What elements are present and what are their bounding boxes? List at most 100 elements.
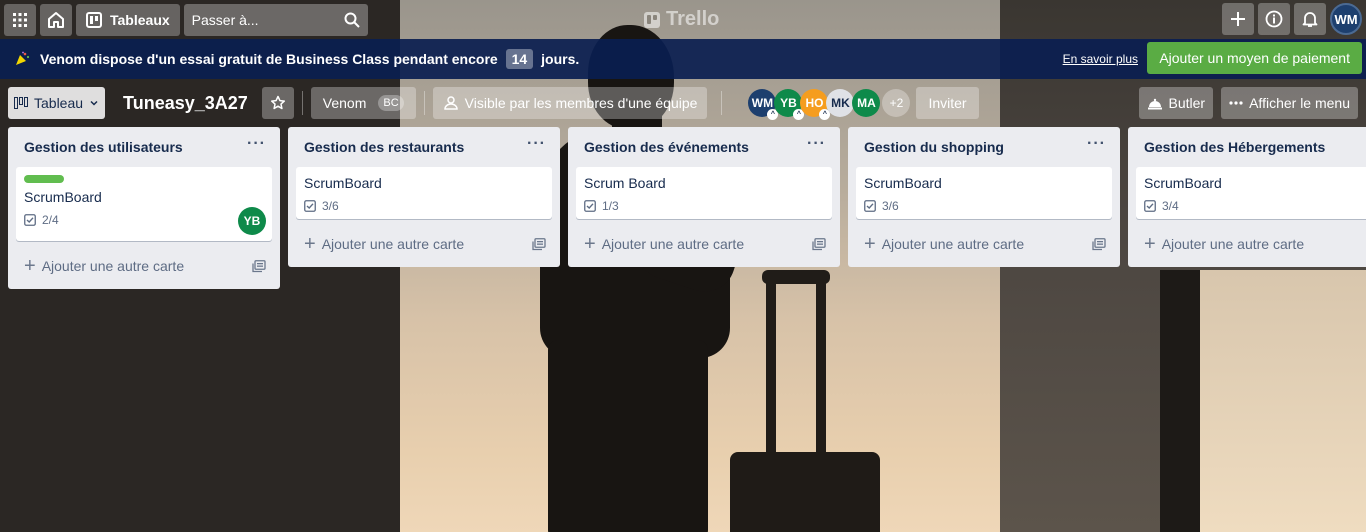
plus-icon: + xyxy=(864,233,876,255)
member-initials: MA xyxy=(857,96,876,110)
workspace-badge: BC xyxy=(378,95,404,111)
list-header[interactable]: Gestion du shopping ··· xyxy=(856,127,1112,167)
member-avatar[interactable]: HO ^ xyxy=(800,89,831,120)
star-button[interactable] xyxy=(261,87,294,119)
chevron-down-icon xyxy=(89,98,99,108)
apps-grid-icon xyxy=(12,12,28,28)
apps-button[interactable] xyxy=(4,3,36,36)
add-card-button[interactable]: + Ajouter une autre carte xyxy=(24,255,184,277)
info-button[interactable] xyxy=(1258,3,1290,35)
add-card-row: + Ajouter une autre carte xyxy=(576,227,832,261)
more-members-button[interactable]: +2 xyxy=(882,89,911,117)
board-header-right: Butler Afficher le menu xyxy=(1138,87,1358,119)
list-header[interactable]: Gestion des utilisateurs ··· xyxy=(16,127,272,167)
invite-button[interactable]: Inviter xyxy=(916,87,979,119)
checklist-badge: 3/4 xyxy=(1144,199,1366,213)
list-menu-icon[interactable]: ··· xyxy=(1081,135,1112,153)
card-member-avatar[interactable]: YB xyxy=(238,207,266,235)
add-card-row: + Ajouter une autre carte xyxy=(296,227,552,261)
header-divider xyxy=(423,91,425,115)
list-title[interactable]: Gestion des Hébergements xyxy=(1144,139,1325,155)
list-menu-icon[interactable]: ··· xyxy=(801,135,832,153)
more-dots-icon xyxy=(1229,101,1243,105)
party-icon xyxy=(14,51,30,67)
create-button[interactable] xyxy=(1222,3,1254,35)
checklist-count: 3/6 xyxy=(322,199,339,213)
search-input[interactable] xyxy=(191,11,332,28)
card[interactable]: Scrum Board 1/3 xyxy=(576,167,832,219)
board-view-icon xyxy=(14,97,28,109)
checklist-count: 3/4 xyxy=(1162,199,1179,213)
learn-more-link[interactable]: En savoir plus xyxy=(1063,52,1138,66)
list-menu-icon[interactable]: ··· xyxy=(241,135,272,153)
boards-button[interactable]: Tableaux xyxy=(76,3,180,36)
visibility-button[interactable]: Visible par les membres d'une équipe xyxy=(432,87,708,119)
trello-logo-icon xyxy=(644,11,660,28)
list-header[interactable]: Gestion des événements ··· xyxy=(576,127,832,167)
checklist-icon xyxy=(864,200,876,212)
board-title[interactable]: Tuneasy_3A27 xyxy=(123,93,248,114)
view-label: Tableau xyxy=(34,95,84,111)
add-card-button[interactable]: + Ajouter une autre carte xyxy=(584,234,744,254)
list: Gestion du shopping ··· ScrumBoard 3/6 +… xyxy=(848,127,1120,267)
checklist-count: 2/4 xyxy=(42,213,59,227)
trello-logo[interactable]: Trello xyxy=(644,8,719,31)
list-title[interactable]: Gestion des utilisateurs xyxy=(24,139,183,155)
add-card-label: Ajouter une autre carte xyxy=(1161,236,1305,252)
butler-label: Butler xyxy=(1168,95,1206,111)
workspace-button[interactable]: Venom BC xyxy=(310,87,416,119)
board-lists: Gestion des utilisateurs ··· ScrumBoard … xyxy=(8,127,1366,289)
card[interactable]: ScrumBoard 2/4 YB xyxy=(16,167,272,241)
plus-icon: + xyxy=(24,255,36,277)
card[interactable]: ScrumBoard 3/6 xyxy=(296,167,552,219)
member-avatar[interactable]: YB ^ xyxy=(774,89,805,120)
list: Gestion des utilisateurs ··· ScrumBoard … xyxy=(8,127,280,289)
add-card-button[interactable]: + Ajouter une autre carte xyxy=(1144,234,1305,254)
logo-text: Trello xyxy=(666,8,720,30)
top-nav: Tableaux Trello WM xyxy=(0,0,1366,39)
add-payment-button[interactable]: Ajouter un moyen de paiement xyxy=(1147,42,1362,74)
checklist-badge: 2/4 xyxy=(24,213,264,227)
card[interactable]: ScrumBoard 3/4 xyxy=(1136,167,1366,219)
list-header[interactable]: Gestion des restaurants ··· xyxy=(296,127,552,167)
home-icon xyxy=(47,11,65,29)
card-template-icon[interactable] xyxy=(532,237,546,251)
view-switcher[interactable]: Tableau xyxy=(8,87,106,119)
add-card-button[interactable]: + Ajouter une autre carte xyxy=(864,233,1024,255)
list-title[interactable]: Gestion du shopping xyxy=(864,139,1004,155)
member-initials: MK xyxy=(831,96,850,110)
list-title[interactable]: Gestion des événements xyxy=(584,139,749,155)
member-initials: YB xyxy=(780,96,797,110)
notifications-button[interactable] xyxy=(1294,3,1326,35)
plus-icon xyxy=(1230,11,1246,27)
list-title[interactable]: Gestion des restaurants xyxy=(304,139,464,155)
card-template-icon[interactable] xyxy=(812,237,826,251)
search-icon[interactable] xyxy=(344,12,360,28)
team-visibility-icon xyxy=(443,96,459,110)
home-button[interactable] xyxy=(40,3,72,36)
card[interactable]: ScrumBoard 3/6 xyxy=(856,167,1112,219)
member-initials: WM xyxy=(751,96,774,110)
header-divider xyxy=(721,91,723,115)
board-header: Tableau Tuneasy_3A27 Venom BC Visible pa… xyxy=(0,79,1366,127)
butler-icon xyxy=(1147,96,1163,110)
card-template-icon[interactable] xyxy=(1092,237,1106,251)
member-initials: HO xyxy=(805,96,824,110)
card-template-icon[interactable] xyxy=(252,259,266,273)
add-card-button[interactable]: + Ajouter une autre carte xyxy=(304,234,464,254)
list-menu-icon[interactable]: ··· xyxy=(1361,135,1366,153)
list-header[interactable]: Gestion des Hébergements ··· xyxy=(1136,127,1366,167)
board-members: WM ^ YB ^ HO ^ MK MA +2 xyxy=(748,89,911,120)
member-avatar[interactable]: MA xyxy=(852,89,881,117)
search-box[interactable] xyxy=(183,3,368,36)
list-menu-icon[interactable]: ··· xyxy=(521,135,552,153)
more-members-count: +2 xyxy=(889,96,904,110)
list: Gestion des événements ··· Scrum Board 1… xyxy=(568,127,840,267)
member-avatar[interactable]: WM ^ xyxy=(748,89,779,120)
user-avatar[interactable]: WM xyxy=(1330,3,1362,35)
member-avatar[interactable]: MK xyxy=(826,89,855,117)
show-menu-button[interactable]: Afficher le menu xyxy=(1221,87,1358,119)
butler-button[interactable]: Butler xyxy=(1138,87,1214,119)
card-label-green[interactable] xyxy=(24,175,64,183)
checklist-count: 3/6 xyxy=(882,199,899,213)
